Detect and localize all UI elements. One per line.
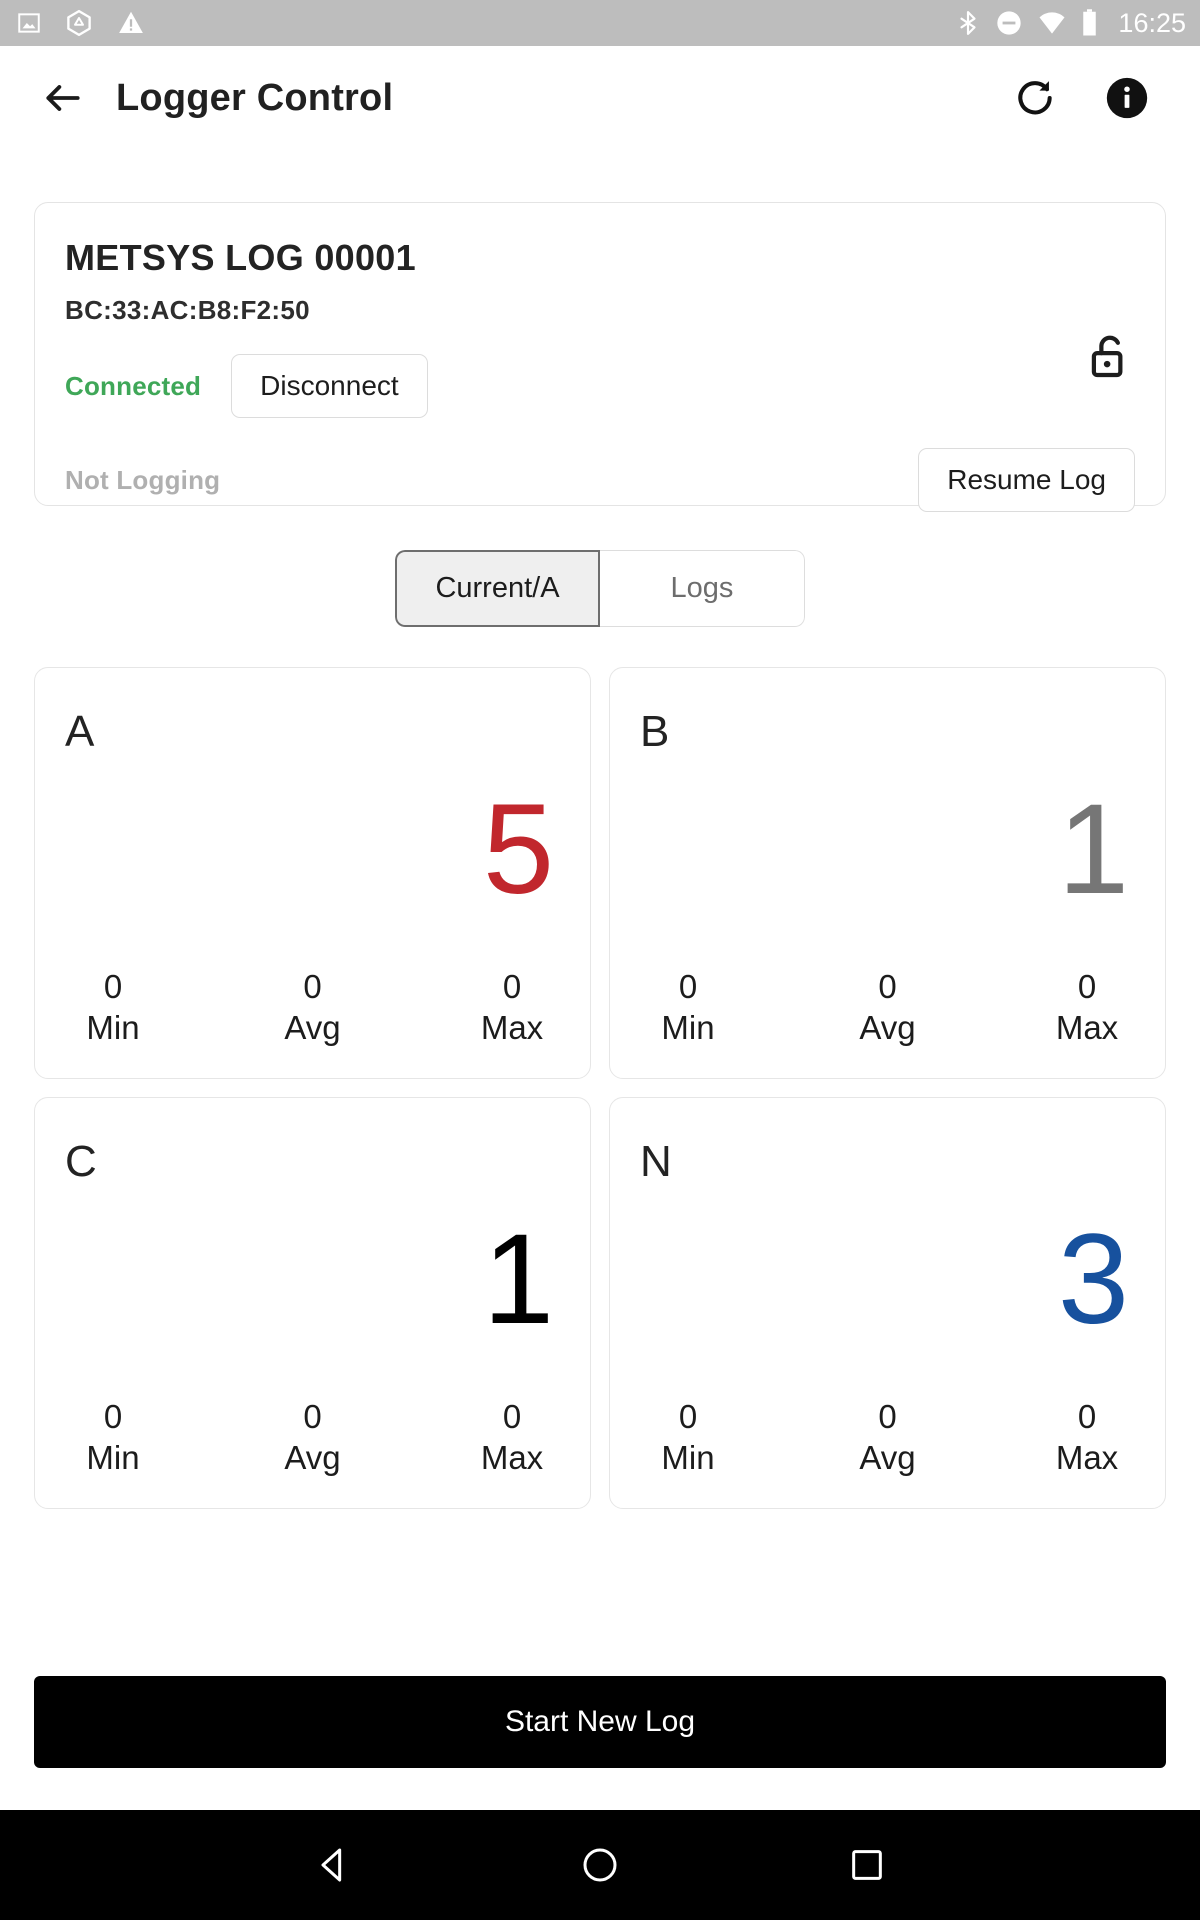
battery-icon [1081, 8, 1098, 38]
app-bar: Logger Control [0, 46, 1200, 150]
stat-avg-value: 0 [303, 1398, 322, 1436]
stat-max-label: Max [480, 1438, 544, 1476]
unlocked-padlock-icon[interactable] [1087, 331, 1133, 388]
stat-min: 0 Min [640, 967, 736, 1048]
measurement-card-b[interactable]: B 1 0 Min 0 Avg 0 Max [609, 667, 1166, 1079]
android-nav-bar [0, 1810, 1200, 1920]
phase-label: C [65, 1137, 97, 1186]
stat-min-value: 0 [103, 968, 123, 1006]
phase-stats: 0 Min 0 Avg 0 Max [640, 1397, 1135, 1478]
stat-avg-value: 0 [878, 1398, 897, 1436]
phase-value: 1 [1057, 778, 1129, 921]
start-new-log-button[interactable]: Start New Log [34, 1676, 1166, 1768]
stat-avg: 0 Avg [265, 1397, 361, 1478]
tab-current-a[interactable]: Current/A [395, 550, 600, 627]
status-bar-left-icons [16, 8, 146, 38]
bluetooth-icon [955, 8, 981, 38]
connection-row: Connected Disconnect [65, 354, 1135, 418]
measurement-card-a[interactable]: A 5 0 Min 0 Avg 0 Max [34, 667, 591, 1079]
stat-min-value: 0 [678, 1398, 698, 1436]
stat-avg-label: Avg [859, 1008, 916, 1046]
nav-back-icon[interactable] [298, 1830, 368, 1900]
logging-row: Not Logging Resume Log [65, 448, 1135, 512]
stat-min: 0 Min [65, 1397, 161, 1478]
status-bar: 16:25 [0, 0, 1200, 46]
stat-min-label: Min [661, 1438, 715, 1476]
phase-label: B [640, 707, 670, 756]
warning-icon [116, 8, 146, 38]
measurement-grid: A 5 0 Min 0 Avg 0 Max B 1 0 Min 0 Avg 0 … [34, 667, 1166, 1509]
phase-label: A [65, 707, 95, 756]
stat-min: 0 Min [640, 1397, 736, 1478]
stat-max: 0 Max [1039, 1397, 1135, 1478]
measurement-card-c[interactable]: C 1 0 Min 0 Avg 0 Max [34, 1097, 591, 1509]
phase-stats: 0 Min 0 Avg 0 Max [65, 967, 560, 1048]
stat-min-label: Min [86, 1008, 140, 1046]
stat-max: 0 Max [1039, 967, 1135, 1048]
stat-max-value: 0 [502, 1398, 522, 1436]
stat-min: 0 Min [65, 967, 161, 1048]
segmented-control: Current/A Logs [395, 550, 805, 627]
stat-max-value: 0 [502, 968, 522, 1006]
status-bar-right-icons: 16:25 [955, 8, 1186, 39]
stat-max: 0 Max [464, 967, 560, 1048]
stat-max-label: Max [1055, 1008, 1119, 1046]
connection-status: Connected [65, 370, 202, 401]
disconnect-button[interactable]: Disconnect [231, 354, 428, 418]
nav-recents-icon[interactable] [832, 1830, 902, 1900]
back-arrow-icon[interactable] [34, 69, 92, 127]
main-content: METSYS LOG 00001 BC:33:AC:B8:F2:50 Conne… [0, 150, 1200, 1810]
stat-max-label: Max [480, 1008, 544, 1046]
wifi-icon [1037, 10, 1067, 36]
measurement-card-n[interactable]: N 3 0 Min 0 Avg 0 Max [609, 1097, 1166, 1509]
device-mac-address: BC:33:AC:B8:F2:50 [65, 295, 310, 325]
phase-stats: 0 Min 0 Avg 0 Max [640, 967, 1135, 1048]
stat-avg: 0 Avg [840, 967, 936, 1048]
stat-avg-label: Avg [284, 1438, 341, 1476]
resume-log-button[interactable]: Resume Log [918, 448, 1135, 512]
stat-max-value: 0 [1077, 1398, 1097, 1436]
device-name: METSYS LOG 00001 [65, 237, 416, 278]
phase-value: 3 [1057, 1208, 1129, 1351]
stat-avg-value: 0 [303, 968, 322, 1006]
stat-avg-label: Avg [859, 1438, 916, 1476]
page-title: Logger Control [116, 76, 394, 119]
logging-status: Not Logging [65, 464, 221, 495]
stat-min-value: 0 [678, 968, 698, 1006]
info-icon[interactable] [1100, 71, 1154, 125]
stat-avg-label: Avg [284, 1008, 341, 1046]
stat-avg: 0 Avg [265, 967, 361, 1048]
status-bar-clock: 16:25 [1118, 7, 1186, 38]
stat-max-value: 0 [1077, 968, 1097, 1006]
stat-min-label: Min [86, 1438, 140, 1476]
phase-value: 1 [482, 1208, 554, 1351]
stat-max: 0 Max [464, 1397, 560, 1478]
phase-value: 5 [482, 778, 554, 921]
stat-min-label: Min [661, 1008, 715, 1046]
stat-avg-value: 0 [878, 968, 897, 1006]
app-bar-actions [1008, 71, 1172, 125]
tab-logs[interactable]: Logs [600, 550, 805, 627]
stat-min-value: 0 [103, 1398, 123, 1436]
nav-home-icon[interactable] [565, 1830, 635, 1900]
device-card: METSYS LOG 00001 BC:33:AC:B8:F2:50 Conne… [34, 202, 1166, 512]
phase-stats: 0 Min 0 Avg 0 Max [65, 1397, 560, 1478]
phase-label: N [640, 1137, 672, 1186]
view-tabs: Current/A Logs [34, 550, 1166, 627]
image-icon [16, 10, 42, 36]
stat-max-label: Max [1055, 1438, 1119, 1476]
refresh-icon[interactable] [1008, 71, 1062, 125]
stat-avg: 0 Avg [840, 1397, 936, 1478]
do-not-disturb-icon [995, 9, 1023, 37]
drive-icon [64, 8, 94, 38]
